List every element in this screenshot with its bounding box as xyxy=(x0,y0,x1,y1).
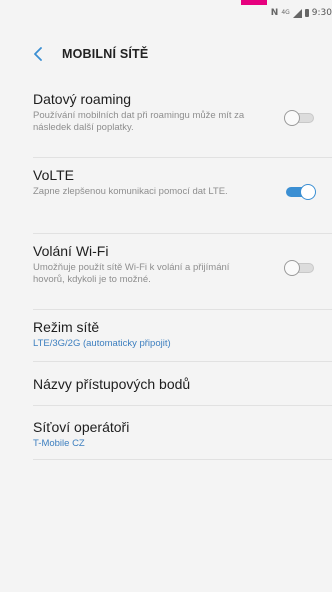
setting-data-roaming[interactable]: Datový roaming Používání mobilních dat p… xyxy=(33,82,332,158)
setting-text: Režim sítě LTE/3G/2G (automaticky připoj… xyxy=(33,318,263,350)
status-bar: N 4G 9:30 xyxy=(0,8,332,24)
setting-volte[interactable]: VoLTE Zapne zlepšenou komunikaci pomocí … xyxy=(33,158,332,234)
toggle-thumb xyxy=(284,260,300,276)
settings-list: Datový roaming Používání mobilních dat p… xyxy=(0,82,332,460)
setting-access-point-names[interactable]: Názvy přístupových bodů xyxy=(33,362,332,406)
page-title: MOBILNÍ SÍTĚ xyxy=(62,47,149,61)
signal-icon xyxy=(292,8,302,18)
setting-title: Datový roaming xyxy=(33,91,132,107)
status-icons: N 4G 9:30 xyxy=(271,8,332,18)
app-bar: MOBILNÍ SÍTĚ xyxy=(0,34,332,74)
wifi-calling-toggle[interactable] xyxy=(284,260,318,276)
setting-text: Názvy přístupových bodů xyxy=(33,375,263,393)
setting-wifi-calling[interactable]: Volání Wi-Fi Umožňuje použít sítě Wi-Fi … xyxy=(33,234,332,310)
setting-value: T-Mobile CZ xyxy=(33,438,85,449)
setting-text: Datový roaming Používání mobilních dat p… xyxy=(33,90,263,134)
setting-title: VoLTE xyxy=(33,167,74,183)
setting-title: Volání Wi-Fi xyxy=(33,243,109,259)
data-roaming-toggle[interactable] xyxy=(284,110,318,126)
setting-description: Zapne zlepšenou komunikaci pomocí dat LT… xyxy=(33,186,228,197)
setting-value: LTE/3G/2G (automaticky připojit) xyxy=(33,338,171,349)
toggle-thumb xyxy=(300,184,316,200)
screen: N 4G 9:30 MOBILNÍ SÍTĚ Datový roaming Po… xyxy=(0,0,332,592)
setting-title: Síťoví operátoři xyxy=(33,419,130,435)
setting-network-operators[interactable]: Síťoví operátoři T-Mobile CZ xyxy=(33,406,332,460)
status-time: 9:30 xyxy=(311,8,332,18)
setting-network-mode[interactable]: Režim sítě LTE/3G/2G (automaticky připoj… xyxy=(33,310,332,362)
network-type-icon: 4G xyxy=(281,9,290,16)
toggle-thumb xyxy=(284,110,300,126)
setting-text: Volání Wi-Fi Umožňuje použít sítě Wi-Fi … xyxy=(33,242,263,286)
setting-description: Používání mobilních dat při roamingu můž… xyxy=(33,110,245,133)
volte-toggle[interactable] xyxy=(284,184,318,200)
setting-title: Režim sítě xyxy=(33,319,100,335)
back-button[interactable] xyxy=(26,42,50,66)
nfc-icon: N xyxy=(270,8,279,18)
setting-text: Síťoví operátoři T-Mobile CZ xyxy=(33,418,263,450)
setting-title: Názvy přístupových bodů xyxy=(33,376,191,392)
battery-icon xyxy=(304,9,309,17)
chevron-left-icon xyxy=(34,47,42,61)
setting-description: Umožňuje použít sítě Wi-Fi k volání a př… xyxy=(33,262,230,285)
setting-text: VoLTE Zapne zlepšenou komunikaci pomocí … xyxy=(33,166,263,198)
brand-notch xyxy=(241,0,267,5)
